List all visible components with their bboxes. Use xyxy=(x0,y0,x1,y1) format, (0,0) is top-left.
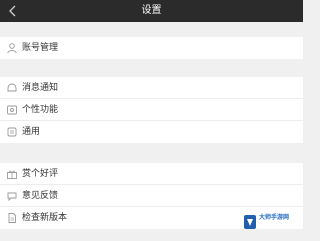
settings-icon xyxy=(6,126,18,138)
watermark: 大师手游网 xyxy=(243,212,301,234)
settings-item-account[interactable]: 账号管理 xyxy=(0,37,303,59)
document-icon xyxy=(6,212,18,224)
settings-item-label: 通用 xyxy=(22,127,41,137)
feedback-icon xyxy=(6,190,18,202)
settings-item-notifications[interactable]: 消息通知 xyxy=(0,77,303,99)
settings-group-account: 账号管理 xyxy=(0,37,303,59)
settings-item-label: 赏个好评 xyxy=(22,169,59,179)
title-bar: 设置 xyxy=(0,0,303,22)
settings-item-feedback[interactable]: 意见反馈 xyxy=(0,185,303,207)
settings-item-label: 个性功能 xyxy=(22,105,59,115)
settings-item-general[interactable]: 通用 xyxy=(0,121,303,143)
settings-item-label: 账号管理 xyxy=(22,43,59,53)
user-icon xyxy=(6,42,18,54)
settings-group-preferences: 消息通知 个性功能 通用 xyxy=(0,77,303,143)
settings-item-label: 消息通知 xyxy=(22,83,59,93)
settings-item-label: 检查新版本 xyxy=(22,213,68,223)
watermark-logo xyxy=(244,215,256,229)
personalize-icon xyxy=(6,104,18,116)
gift-icon xyxy=(6,168,18,180)
settings-item-label: 意见反馈 xyxy=(22,191,59,201)
settings-item-personalization[interactable]: 个性功能 xyxy=(0,99,303,121)
settings-item-rate[interactable]: 赏个好评 xyxy=(0,163,303,185)
bell-icon xyxy=(6,82,18,94)
page-title: 设置 xyxy=(141,5,162,16)
settings-screen: 设置 账号管理 消息通知 个性功能 通用 赏个好评 意见反馈 检查新版本 大师手… xyxy=(0,0,303,241)
watermark-text: 大师手游网 xyxy=(259,214,290,221)
